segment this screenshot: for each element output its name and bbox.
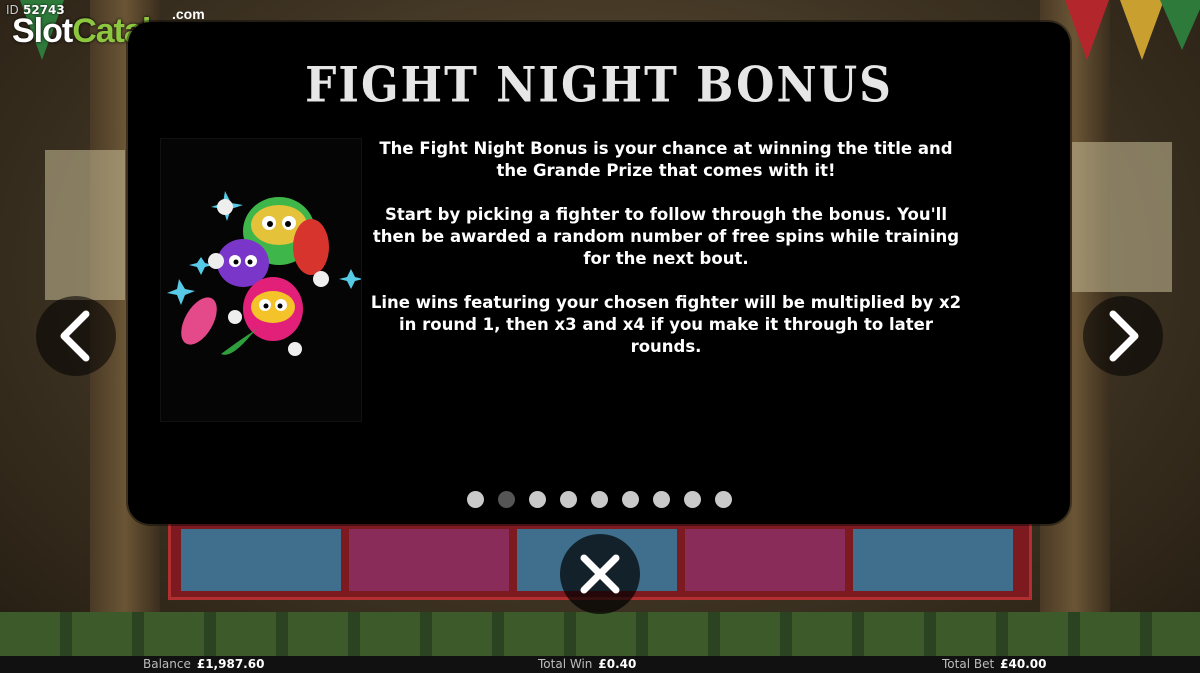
page-dot-active[interactable] bbox=[497, 491, 515, 508]
total-win-display: Total Win £0.40 bbox=[538, 656, 636, 673]
reel bbox=[349, 529, 509, 591]
reel bbox=[685, 529, 845, 591]
description-paragraph: Start by picking a fighter to follow thr… bbox=[372, 205, 960, 268]
page-dot[interactable] bbox=[714, 491, 732, 508]
balance-display: Balance £1,987.60 bbox=[143, 656, 264, 673]
total-win-value: £0.40 bbox=[598, 657, 637, 671]
page-dot[interactable] bbox=[683, 491, 701, 508]
close-button[interactable] bbox=[560, 534, 640, 614]
bunting-flag bbox=[1065, 0, 1109, 60]
balance-value: £1,987.60 bbox=[196, 657, 265, 671]
logo-com-text: .com bbox=[172, 6, 205, 22]
previous-page-button[interactable] bbox=[36, 296, 116, 376]
foreground-cacti bbox=[0, 612, 1200, 656]
total-bet-display: Total Bet £40.00 bbox=[942, 656, 1046, 673]
next-page-button[interactable] bbox=[1083, 296, 1163, 376]
total-win-label: Total Win bbox=[538, 657, 593, 671]
bunting-flag bbox=[1120, 0, 1164, 60]
reel bbox=[181, 529, 341, 591]
description-paragraph: Line wins featuring your chosen fighter … bbox=[370, 293, 962, 356]
bonus-description: The Fight Night Bonus is your chance at … bbox=[366, 138, 966, 380]
page-dot[interactable] bbox=[528, 491, 546, 508]
chevron-right-icon bbox=[1109, 310, 1139, 362]
page-dot[interactable] bbox=[621, 491, 639, 508]
bunting-flag bbox=[1160, 0, 1200, 50]
logo-slot-text: Slot bbox=[12, 12, 73, 50]
status-bar: Balance £1,987.60 Total Win £0.40 Total Be… bbox=[0, 656, 1200, 673]
page-dot[interactable] bbox=[590, 491, 608, 508]
page-dot[interactable] bbox=[652, 491, 670, 508]
page-title: Fight Night Bonus bbox=[305, 57, 893, 114]
page-dot[interactable] bbox=[559, 491, 577, 508]
wanted-poster bbox=[1072, 142, 1172, 292]
wanted-poster bbox=[45, 150, 125, 300]
total-bet-value: £40.00 bbox=[1000, 657, 1047, 671]
page-indicator bbox=[128, 491, 1070, 508]
page-dot[interactable] bbox=[466, 491, 484, 508]
close-icon bbox=[580, 554, 620, 594]
balance-label: Balance bbox=[143, 657, 191, 671]
reel bbox=[853, 529, 1013, 591]
chevron-left-icon bbox=[60, 310, 90, 362]
fighters-illustration bbox=[160, 138, 362, 422]
paytable-panel: Fight Night Bonus bbox=[128, 22, 1070, 524]
description-paragraph: The Fight Night Bonus is your chance at … bbox=[379, 139, 953, 180]
total-bet-label: Total Bet bbox=[942, 657, 995, 671]
